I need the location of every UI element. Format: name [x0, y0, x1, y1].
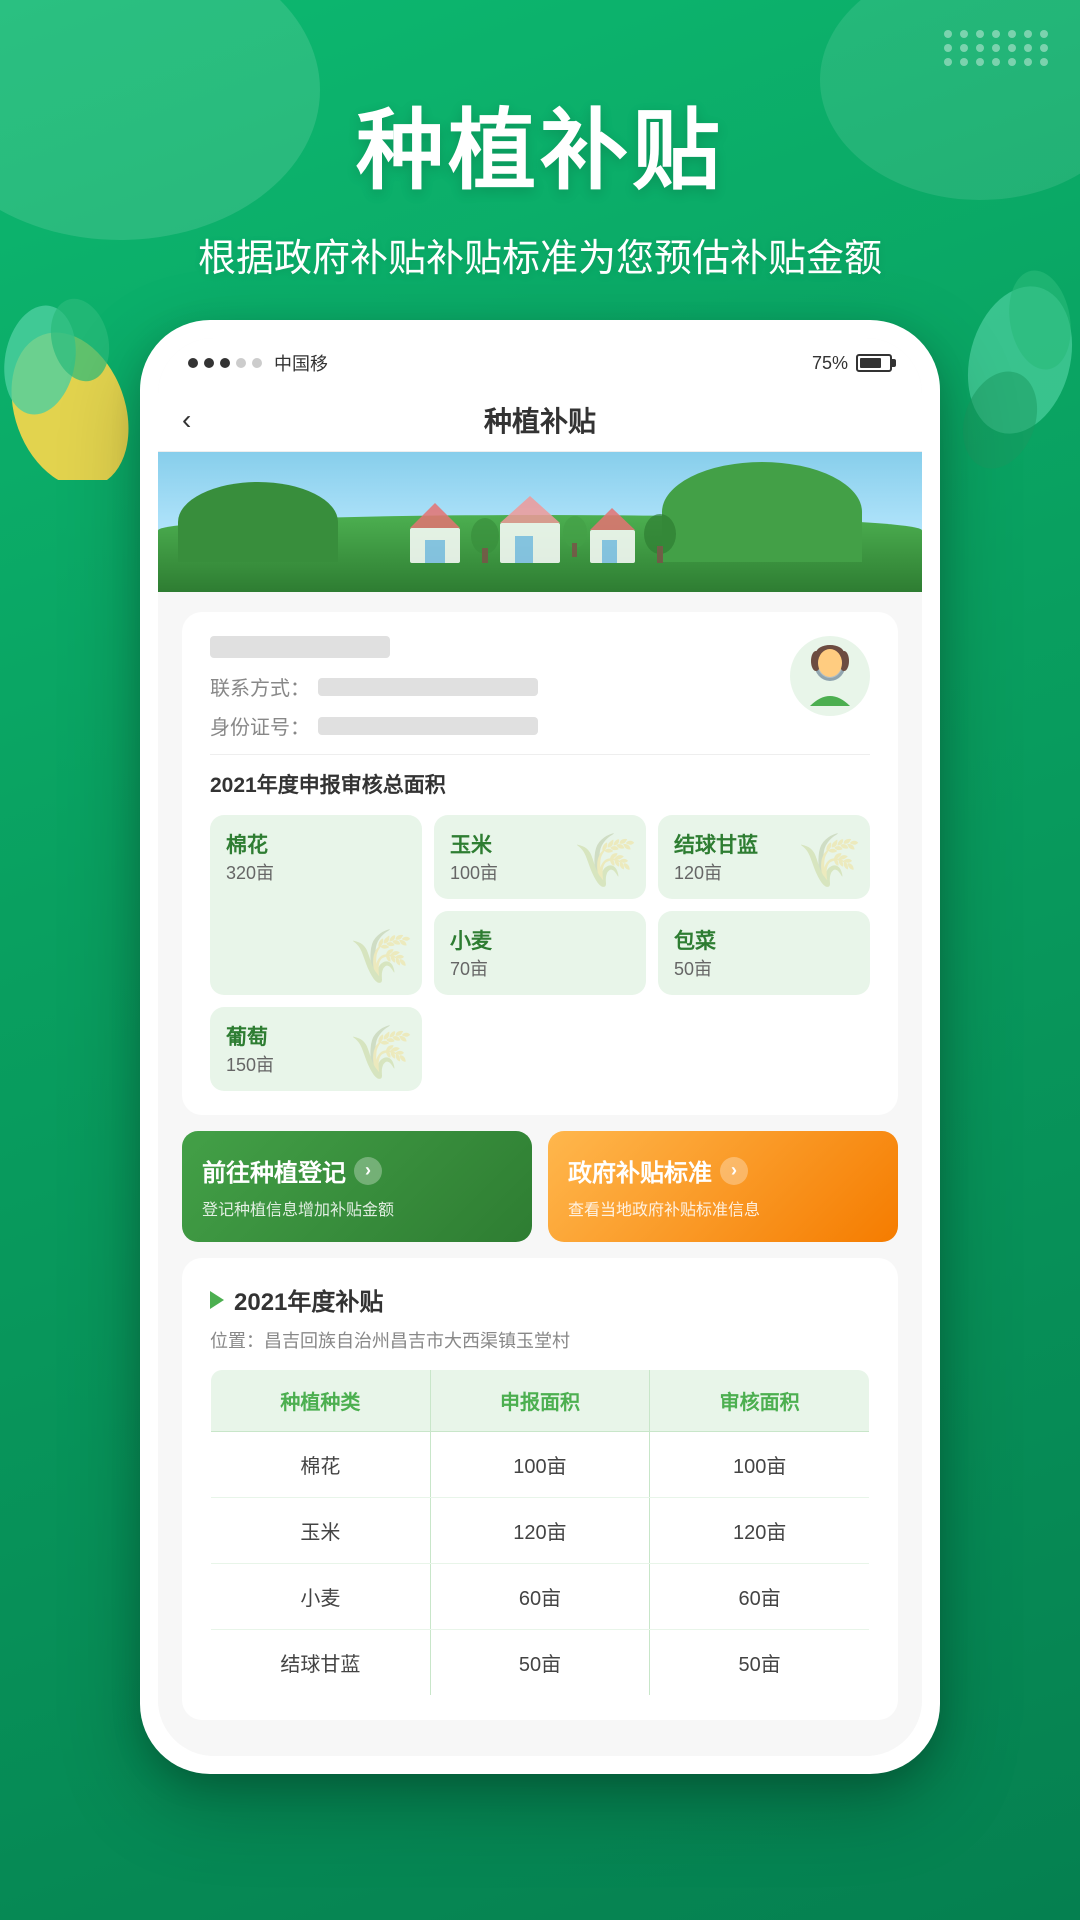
register-title: 前往种植登记 ›: [202, 1153, 512, 1188]
table-row: 结球甘蓝50亩50亩: [211, 1630, 870, 1696]
subsidy-table: 种植种类 申报面积 审核面积 棉花100亩100亩玉米120亩120亩小麦60亩…: [210, 1369, 870, 1696]
crop-card-cabbage: 结球甘蓝 120亩 🌾: [658, 815, 870, 899]
battery-fill: [860, 358, 881, 368]
table-row: 小麦60亩60亩: [211, 1564, 870, 1630]
standard-button[interactable]: 政府补贴标准 › 查看当地政府补贴标准信息: [548, 1131, 898, 1242]
header-section: 种植补贴 根据政府补贴补贴标准为您预估补贴金额: [0, 80, 1080, 282]
crop-card-grape: 葡萄 150亩 🌾: [210, 1007, 422, 1091]
sub-title: 根据政府补贴补贴标准为您预估补贴金额: [0, 227, 1080, 282]
action-row: 前往种植登记 › 登记种植信息增加补贴金额 政府补贴标准 › 查看当地政府补贴标…: [182, 1131, 898, 1242]
leaf-decoration-right: [950, 260, 1080, 480]
back-button[interactable]: ‹: [182, 404, 191, 436]
status-bar-right: 75%: [812, 353, 892, 374]
signal-dot-3: [220, 358, 230, 368]
crop-area-cotton: 320亩: [226, 863, 274, 883]
table-header-type: 种植种类: [211, 1370, 431, 1432]
table-cell-3-2: 50亩: [650, 1630, 870, 1696]
id-label: 身份证号：: [210, 711, 310, 740]
crop-icon-corn: 🌾: [573, 830, 638, 891]
nav-title: 种植补贴: [484, 400, 596, 440]
id-row: 身份证号：: [210, 711, 870, 740]
crop-area-pakchoi: 50亩: [674, 959, 712, 979]
crop-area-corn: 100亩: [450, 863, 498, 883]
register-subtitle: 登记种植信息增加补贴金额: [202, 1196, 512, 1220]
subsidy-title: 2021年度补贴: [234, 1282, 383, 1317]
table-cell-1-1: 120亩: [430, 1498, 650, 1564]
table-cell-3-0: 结球甘蓝: [211, 1630, 431, 1696]
signal-dot-2: [204, 358, 214, 368]
table-cell-0-2: 100亩: [650, 1432, 870, 1498]
dots-decoration: [944, 30, 1050, 66]
contact-row: 联系方式：: [210, 672, 870, 701]
user-name-blur: [210, 636, 390, 658]
crop-area-cabbage: 120亩: [674, 863, 722, 883]
table-cell-1-0: 玉米: [211, 1498, 431, 1564]
crop-card-corn: 玉米 100亩 🌾: [434, 815, 646, 899]
crop-grid: 棉花 320亩 🌾 玉米 100亩 🌾 结球甘蓝: [210, 815, 870, 1091]
table-header-audited: 审核面积: [650, 1370, 870, 1432]
table-cell-2-0: 小麦: [211, 1564, 431, 1630]
crops-section-label: 2021年度申报审核总面积: [210, 769, 870, 799]
subsidy-card: 2021年度补贴 位置：昌吉回族自治州昌吉市大西渠镇玉堂村 种植种类 申报面积 …: [182, 1258, 898, 1720]
battery-percentage: 75%: [812, 353, 848, 374]
hero-hill1: [178, 482, 338, 562]
location-prefix: 位置：: [210, 1331, 264, 1351]
standard-subtitle: 查看当地政府补贴标准信息: [568, 1196, 878, 1220]
crop-name-wheat: 小麦: [450, 925, 630, 955]
leaf-decoration-left: [0, 280, 140, 480]
triangle-icon: [210, 1291, 224, 1309]
table-cell-1-2: 120亩: [650, 1498, 870, 1564]
carrier-text: 中国移: [274, 350, 328, 376]
table-cell-3-1: 50亩: [430, 1630, 650, 1696]
crop-card-wheat: 小麦 70亩: [434, 911, 646, 995]
crop-card-pakchoi: 包菜 50亩: [658, 911, 870, 995]
user-card: 联系方式： 身份证号：: [182, 612, 898, 1115]
battery-icon: [856, 354, 892, 372]
crop-icon-cabbage: 🌾: [797, 830, 862, 891]
content-area: 联系方式： 身份证号：: [158, 592, 922, 1756]
user-avatar: [790, 636, 870, 716]
hero-image: [158, 452, 922, 592]
crop-name-pakchoi: 包菜: [674, 925, 854, 955]
divider: [210, 754, 870, 755]
register-arrow: ›: [354, 1157, 382, 1185]
table-header-declared: 申报面积: [430, 1370, 650, 1432]
standard-title: 政府补贴标准 ›: [568, 1153, 878, 1188]
crop-area-grape: 150亩: [226, 1055, 274, 1075]
signal-dot-4: [236, 358, 246, 368]
signal-dot-5: [252, 358, 262, 368]
status-bar-left: 中国移: [188, 350, 328, 376]
location-text: 位置：昌吉回族自治州昌吉市大西渠镇玉堂村: [210, 1327, 870, 1353]
phone-mockup: 中国移 75% ‹ 种植补贴: [140, 320, 940, 1774]
table-cell-0-1: 100亩: [430, 1432, 650, 1498]
location-value: 昌吉回族自治州昌吉市大西渠镇玉堂村: [264, 1331, 570, 1351]
table-cell-0-0: 棉花: [211, 1432, 431, 1498]
phone-outer: 中国移 75% ‹ 种植补贴: [140, 320, 940, 1774]
table-row: 棉花100亩100亩: [211, 1432, 870, 1498]
phone-inner: 中国移 75% ‹ 种植补贴: [158, 338, 922, 1756]
hero-hill2: [662, 462, 862, 562]
main-title: 种植补贴: [0, 80, 1080, 207]
table-cell-2-2: 60亩: [650, 1564, 870, 1630]
contact-blur: [318, 678, 538, 696]
table-cell-2-1: 60亩: [430, 1564, 650, 1630]
crop-name-cotton: 棉花: [226, 829, 406, 859]
standard-arrow: ›: [720, 1157, 748, 1185]
crop-area-wheat: 70亩: [450, 959, 488, 979]
crop-icon-cotton: 🌾: [349, 926, 414, 987]
id-blur: [318, 717, 538, 735]
register-button[interactable]: 前往种植登记 › 登记种植信息增加补贴金额: [182, 1131, 532, 1242]
status-bar: 中国移 75%: [158, 338, 922, 388]
crop-icon-grape: 🌾: [349, 1022, 414, 1083]
nav-bar: ‹ 种植补贴: [158, 388, 922, 452]
crop-card-cotton: 棉花 320亩 🌾: [210, 815, 422, 995]
subsidy-header: 2021年度补贴: [210, 1282, 870, 1317]
table-row: 玉米120亩120亩: [211, 1498, 870, 1564]
signal-dot-1: [188, 358, 198, 368]
contact-label: 联系方式：: [210, 672, 310, 701]
